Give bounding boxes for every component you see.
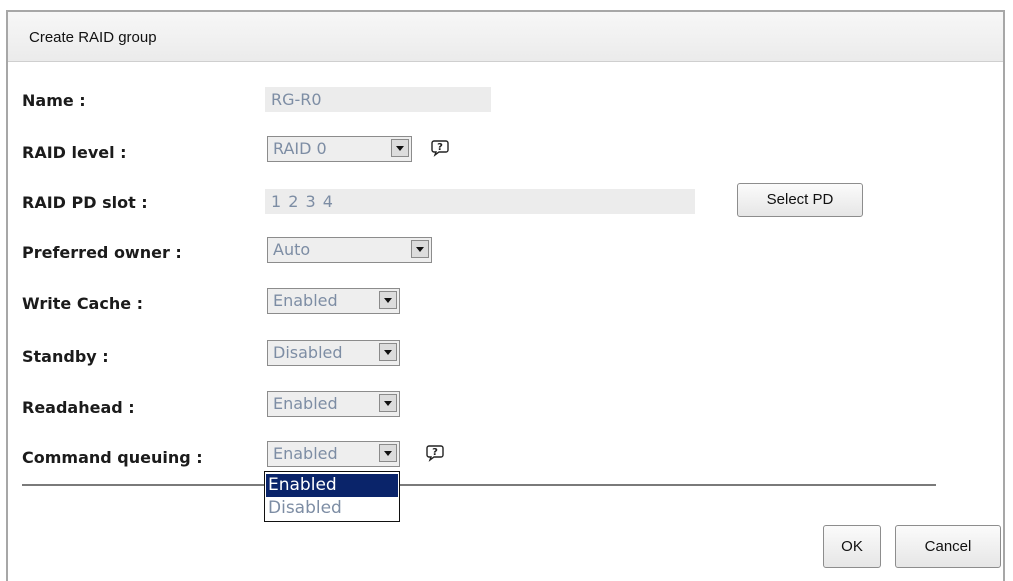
raid-pd-slot-label: RAID PD slot : [22, 193, 148, 212]
svg-text:?: ? [432, 447, 438, 458]
dialog-titlebar: Create RAID group [8, 12, 1003, 62]
raid-pd-slot-field[interactable]: 1 2 3 4 [265, 189, 695, 214]
preferred-owner-value: Auto [273, 240, 311, 259]
raid-level-label: RAID level : [22, 143, 127, 162]
command-queuing-dropdown-list: Enabled Disabled [264, 471, 400, 522]
readahead-label: Readahead : [22, 398, 135, 417]
command-queuing-label: Command queuing : [22, 448, 203, 467]
readahead-select[interactable]: Enabled [267, 391, 400, 417]
chevron-down-icon[interactable] [379, 444, 397, 462]
dropdown-option-enabled[interactable]: Enabled [266, 474, 398, 497]
select-pd-button[interactable]: Select PD [737, 183, 863, 217]
dropdown-option-disabled[interactable]: Disabled [266, 497, 398, 520]
command-queuing-value: Enabled [273, 444, 338, 463]
chevron-down-icon[interactable] [379, 394, 397, 412]
raid-level-select[interactable]: RAID 0 [267, 136, 412, 162]
help-icon[interactable]: ? [431, 139, 449, 157]
chevron-down-icon[interactable] [411, 240, 429, 258]
chevron-down-icon[interactable] [379, 343, 397, 361]
preferred-owner-label: Preferred owner : [22, 243, 182, 262]
ok-button[interactable]: OK [823, 525, 881, 568]
raid-level-value: RAID 0 [273, 139, 327, 158]
chevron-down-icon[interactable] [379, 291, 397, 309]
write-cache-label: Write Cache : [22, 294, 144, 313]
footer-separator [22, 484, 936, 486]
cancel-button[interactable]: Cancel [895, 525, 1001, 568]
readahead-value: Enabled [273, 394, 338, 413]
name-field[interactable]: RG-R0 [265, 87, 491, 112]
standby-select[interactable]: Disabled [267, 340, 400, 366]
dialog-title: Create RAID group [29, 29, 157, 46]
create-raid-group-dialog: Create RAID group [6, 10, 1005, 581]
name-label: Name : [22, 91, 86, 110]
svg-text:?: ? [437, 142, 443, 153]
preferred-owner-select[interactable]: Auto [267, 237, 432, 263]
standby-label: Standby : [22, 347, 109, 366]
standby-value: Disabled [273, 343, 343, 362]
chevron-down-icon[interactable] [391, 139, 409, 157]
write-cache-value: Enabled [273, 291, 338, 310]
write-cache-select[interactable]: Enabled [267, 288, 400, 314]
help-icon[interactable]: ? [426, 444, 444, 462]
command-queuing-select[interactable]: Enabled [267, 441, 400, 467]
